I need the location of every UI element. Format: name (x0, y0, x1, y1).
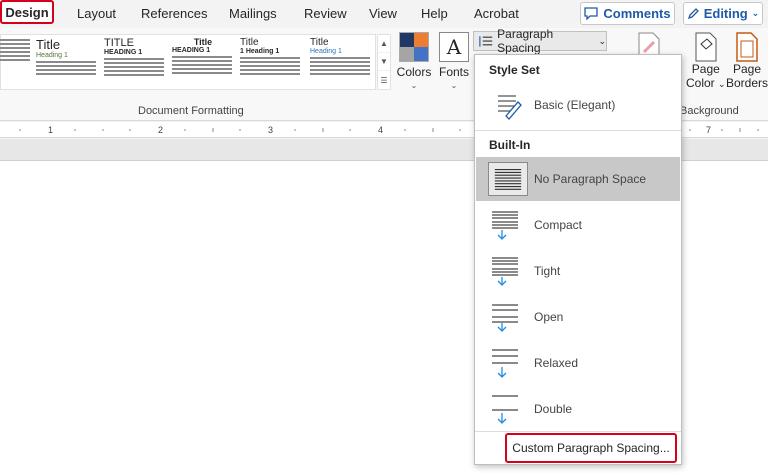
relaxed-spacing-icon (492, 349, 518, 378)
paragraph-spacing-label: Paragraph Spacing (497, 27, 554, 55)
menu-item-label: Tight (534, 264, 561, 278)
tab-mailings[interactable]: Mailings (229, 6, 277, 21)
menu-item-compact[interactable]: Compact (476, 203, 680, 247)
menu-item-basic-elegant[interactable]: Basic (Elegant) (476, 83, 680, 127)
menu-item-label: Open (534, 310, 564, 324)
page-color-button[interactable]: Page Color ⌄ (686, 32, 726, 91)
gallery-item-heading: Heading 1 (36, 52, 68, 59)
chevron-down-icon: ⌄ (718, 79, 726, 89)
gallery-item[interactable] (0, 35, 35, 91)
menu-item-label: Relaxed (534, 356, 579, 370)
menu-item-no-paragraph-space[interactable]: No Paragraph Space (476, 157, 680, 201)
tab-acrobat[interactable]: Acrobat (474, 6, 519, 21)
page-color-label-line1: Page (691, 62, 720, 76)
scroll-down-icon[interactable]: ▼ (378, 53, 390, 71)
menu-item-label: Basic (Elegant) (534, 98, 616, 112)
editing-button[interactable]: Editing ⌄ (683, 2, 763, 25)
page-borders-button[interactable]: Page Borders (726, 32, 768, 90)
tab-layout[interactable]: Layout (77, 6, 116, 21)
gallery-item[interactable]: Title HEADING 1 (169, 35, 237, 91)
open-spacing-icon (492, 304, 518, 332)
gallery-item[interactable]: Title Heading 1 (307, 35, 375, 91)
tab-references[interactable]: References (141, 6, 207, 21)
style-set-gallery: Title Heading 1 TITLE HEADING 1 Title HE… (0, 34, 376, 90)
menu-item-label: Compact (534, 218, 583, 232)
menu-item-open[interactable]: Open (476, 295, 680, 339)
gallery-item-title: Title (310, 37, 329, 48)
ribbon-tab-bar: Design Layout References Mailings Review… (0, 0, 768, 28)
gallery-item-heading: 1 Heading 1 (240, 48, 280, 55)
tab-design[interactable]: Design (0, 0, 54, 24)
font-icon-glyph: A (446, 35, 462, 59)
menu-item-double[interactable]: Double (476, 387, 680, 431)
gallery-item-title: TITLE (104, 37, 134, 49)
comments-button[interactable]: Comments (580, 2, 675, 25)
menu-separator (475, 431, 681, 432)
gallery-item-title: Title (36, 37, 61, 52)
custom-paragraph-spacing-label: Custom Paragraph Spacing... (512, 441, 670, 455)
gallery-item-title: Title (240, 37, 259, 48)
compact-spacing-icon (492, 211, 518, 240)
no-paragraph-space-icon (488, 162, 528, 196)
gallery-item[interactable]: Title 1 Heading 1 (237, 35, 305, 91)
menu-item-label: No Paragraph Space (534, 172, 647, 186)
color-palette-icon (399, 32, 429, 62)
comment-icon (584, 7, 599, 20)
pencil-icon (687, 8, 699, 20)
tab-view[interactable]: View (369, 6, 397, 21)
gallery-item-heading: Heading 1 (310, 48, 342, 55)
scroll-up-icon[interactable]: ▲ (378, 35, 390, 53)
page-borders-label-line2: Borders (726, 76, 768, 90)
colors-label: Colors (396, 65, 432, 79)
menu-item-relaxed[interactable]: Relaxed (476, 341, 680, 385)
menu-item-tight[interactable]: Tight (476, 249, 680, 293)
gallery-item-heading: HEADING 1 (104, 49, 143, 56)
fonts-button[interactable]: A Fonts ⌄ (432, 32, 476, 98)
group-label-background: Background (680, 105, 739, 117)
gallery-item[interactable]: TITLE HEADING 1 (101, 35, 169, 91)
gallery-scroll: ▲ ▼ ☰ (377, 34, 391, 90)
colors-button[interactable]: Colors ⌄ (392, 32, 436, 98)
page-color-icon (695, 32, 717, 62)
tab-help[interactable]: Help (421, 6, 448, 21)
fonts-label: Fonts (438, 65, 469, 79)
gallery-item-heading: HEADING 1 (172, 47, 211, 54)
gallery-item-title: Title (193, 37, 213, 47)
paragraph-spacing-menu: Style Set Basic (Elegant) Built-In No Pa… (474, 54, 682, 465)
chevron-down-icon: ⌄ (751, 8, 760, 18)
paragraph-spacing-button[interactable]: Paragraph Spacing ⌄ (473, 27, 607, 55)
tight-spacing-icon (492, 257, 518, 286)
paragraph-spacing-icon (479, 35, 493, 47)
page-color-label-line2: Color (686, 76, 715, 90)
page-color-label-line2-wrap: Color ⌄ (686, 76, 726, 91)
tab-design-label: Design (5, 4, 49, 20)
menu-item-label: Double (534, 402, 573, 416)
menu-separator (475, 130, 681, 131)
chevron-down-icon: ⌄ (450, 81, 458, 90)
style-set-header: Style Set (489, 63, 540, 77)
chevron-down-icon: ⌄ (598, 35, 606, 46)
page-borders-icon (736, 32, 758, 62)
tab-review[interactable]: Review (304, 6, 347, 21)
built-in-header: Built-In (489, 138, 531, 152)
group-label-document-formatting: Document Formatting (138, 105, 244, 117)
font-icon: A (439, 32, 469, 62)
custom-paragraph-spacing-button[interactable]: Custom Paragraph Spacing... (505, 433, 677, 463)
gallery-item[interactable]: Title Heading 1 (33, 35, 101, 91)
editing-label: Editing (703, 6, 748, 21)
style-set-icon (498, 95, 522, 120)
word-window: Design Layout References Mailings Review… (0, 0, 768, 473)
chevron-down-icon: ⌄ (410, 81, 418, 90)
page-borders-label-line1: Page (733, 62, 762, 76)
double-spacing-icon (492, 395, 518, 424)
comments-label: Comments (603, 6, 671, 21)
gallery-more-icon[interactable]: ☰ (378, 71, 390, 89)
